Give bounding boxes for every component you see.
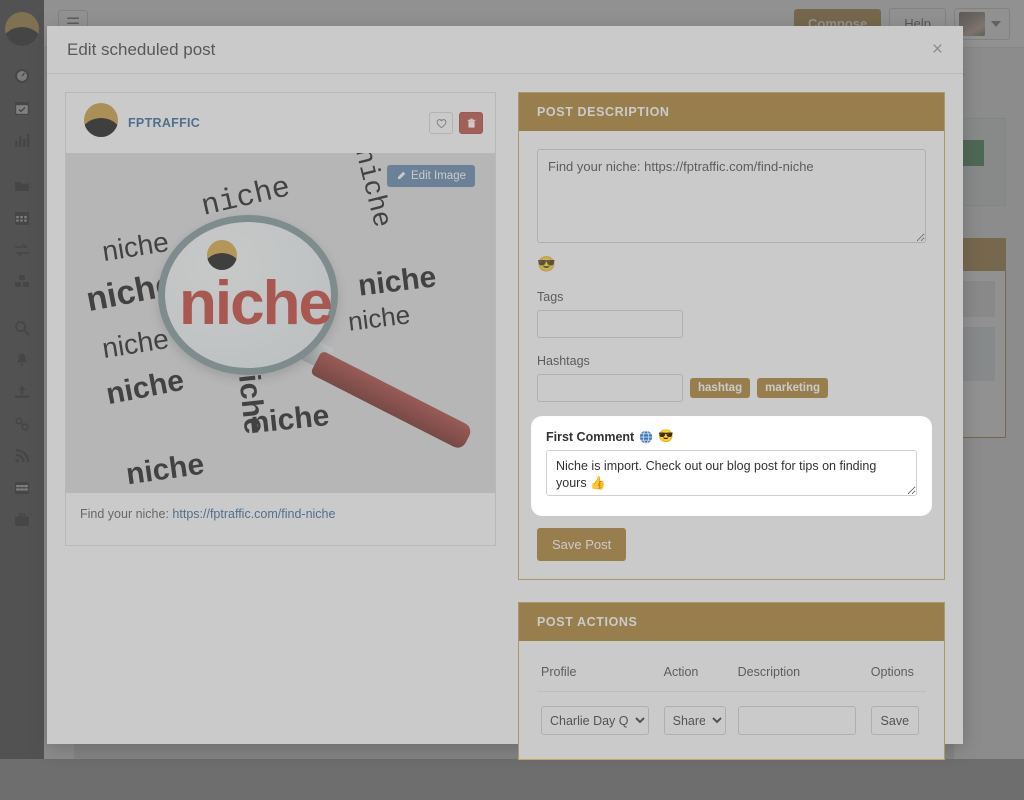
cell-profile: Charlie Day Qᵤ: [537, 692, 660, 742]
edit-scheduled-post-modal: Edit scheduled post × f FPTRAFFIC: [47, 26, 963, 744]
heart-icon[interactable]: [429, 112, 453, 134]
close-icon[interactable]: ×: [932, 40, 943, 59]
post-preview-card: f FPTRAFFIC: [65, 92, 496, 546]
hashtag-chip[interactable]: marketing: [757, 378, 828, 398]
preview-actions: [429, 112, 483, 134]
image-word: niche: [249, 399, 330, 441]
table-row: Charlie Day Qᵤ Share: [537, 692, 926, 742]
post-caption: Find your niche: https://fptraffic.com/f…: [66, 493, 495, 545]
preview-header: f FPTRAFFIC: [66, 93, 495, 153]
post-actions-header: POST ACTIONS: [519, 603, 944, 641]
emoji-picker-button[interactable]: 😎: [537, 257, 926, 272]
column-header-options: Options: [867, 659, 926, 692]
image-word: niche: [356, 260, 438, 303]
save-action-button[interactable]: Save: [871, 706, 919, 735]
fptraffic-logo-watermark: [207, 240, 237, 270]
post-actions-panel: POST ACTIONS Profile Action Description …: [518, 602, 945, 760]
page-title: Edit scheduled post: [67, 40, 215, 60]
post-description-panel: POST DESCRIPTION 😎 Tags Hashtags hashtag: [518, 92, 945, 580]
edit-image-button[interactable]: Edit Image: [387, 165, 475, 187]
image-word: niche: [103, 364, 186, 412]
facebook-icon: f: [78, 106, 84, 126]
tags-label: Tags: [537, 290, 926, 304]
post-image: Edit Image niche niche niche niche niche…: [66, 153, 495, 493]
profile-select[interactable]: Charlie Day Qᵤ: [541, 706, 649, 735]
page-name[interactable]: FPTRAFFIC: [128, 116, 200, 130]
column-header-description: Description: [734, 659, 867, 692]
edit-image-label: Edit Image: [411, 170, 466, 182]
globe-icon[interactable]: [639, 430, 653, 444]
trash-icon[interactable]: [459, 112, 483, 134]
cell-action: Share: [660, 692, 734, 742]
first-comment-label: First Comment 😎: [546, 429, 917, 444]
image-word: niche: [100, 226, 171, 268]
image-word: niche: [100, 323, 171, 365]
post-description-body: 😎 Tags Hashtags hashtag marketing: [519, 131, 944, 579]
post-actions-table: Profile Action Description Options Charl: [537, 659, 926, 741]
image-word: niche: [346, 299, 411, 337]
post-description-textarea[interactable]: [537, 149, 926, 243]
hashtags-label: Hashtags: [537, 354, 926, 368]
action-select[interactable]: Share: [664, 706, 726, 735]
pencil-icon: [396, 171, 406, 181]
magnified-word: niche: [179, 268, 331, 339]
first-comment-textarea[interactable]: [546, 450, 917, 496]
tags-input[interactable]: [537, 310, 683, 338]
page-avatar: f: [78, 103, 118, 143]
tags-field: Tags: [537, 290, 926, 338]
column-header-action: Action: [660, 659, 734, 692]
post-preview-column: f FPTRAFFIC: [65, 92, 496, 782]
cell-options: Save: [867, 692, 926, 742]
modal-header: Edit scheduled post ×: [47, 26, 963, 74]
modal-body: f FPTRAFFIC: [47, 74, 963, 800]
table-header-row: Profile Action Description Options: [537, 659, 926, 692]
hashtags-input[interactable]: [537, 374, 683, 402]
hashtags-field: Hashtags hashtag marketing: [537, 354, 926, 402]
post-description-header: POST DESCRIPTION: [519, 93, 944, 131]
post-actions-body: Profile Action Description Options Charl: [519, 641, 944, 759]
first-comment-label-text: First Comment: [546, 430, 634, 444]
caption-link[interactable]: https://fptraffic.com/find-niche: [172, 507, 335, 521]
first-comment-field: First Comment 😎: [533, 418, 930, 514]
post-form-column: POST DESCRIPTION 😎 Tags Hashtags hashtag: [518, 92, 945, 782]
save-post-button[interactable]: Save Post: [537, 528, 626, 561]
action-description-input[interactable]: [738, 706, 856, 735]
magnifier-lens: niche: [158, 215, 338, 375]
image-word: niche: [124, 448, 206, 493]
cell-description: [734, 692, 867, 742]
caption-prefix: Find your niche:: [80, 507, 172, 521]
first-comment-emoji-button[interactable]: 😎: [658, 429, 674, 444]
hashtag-chip[interactable]: hashtag: [690, 378, 750, 398]
column-header-profile: Profile: [537, 659, 660, 692]
